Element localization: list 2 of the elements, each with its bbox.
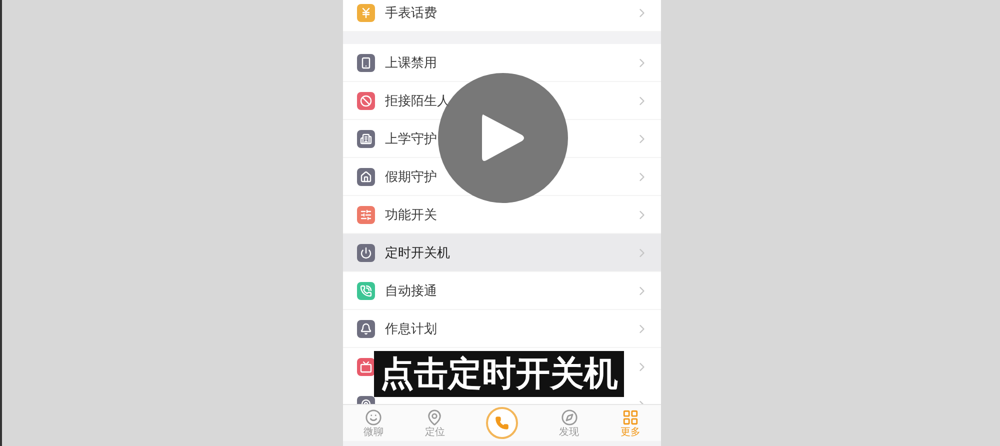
menu-row[interactable]: 定时开关机	[343, 234, 661, 272]
caption: 点击定时开关机	[374, 351, 624, 397]
